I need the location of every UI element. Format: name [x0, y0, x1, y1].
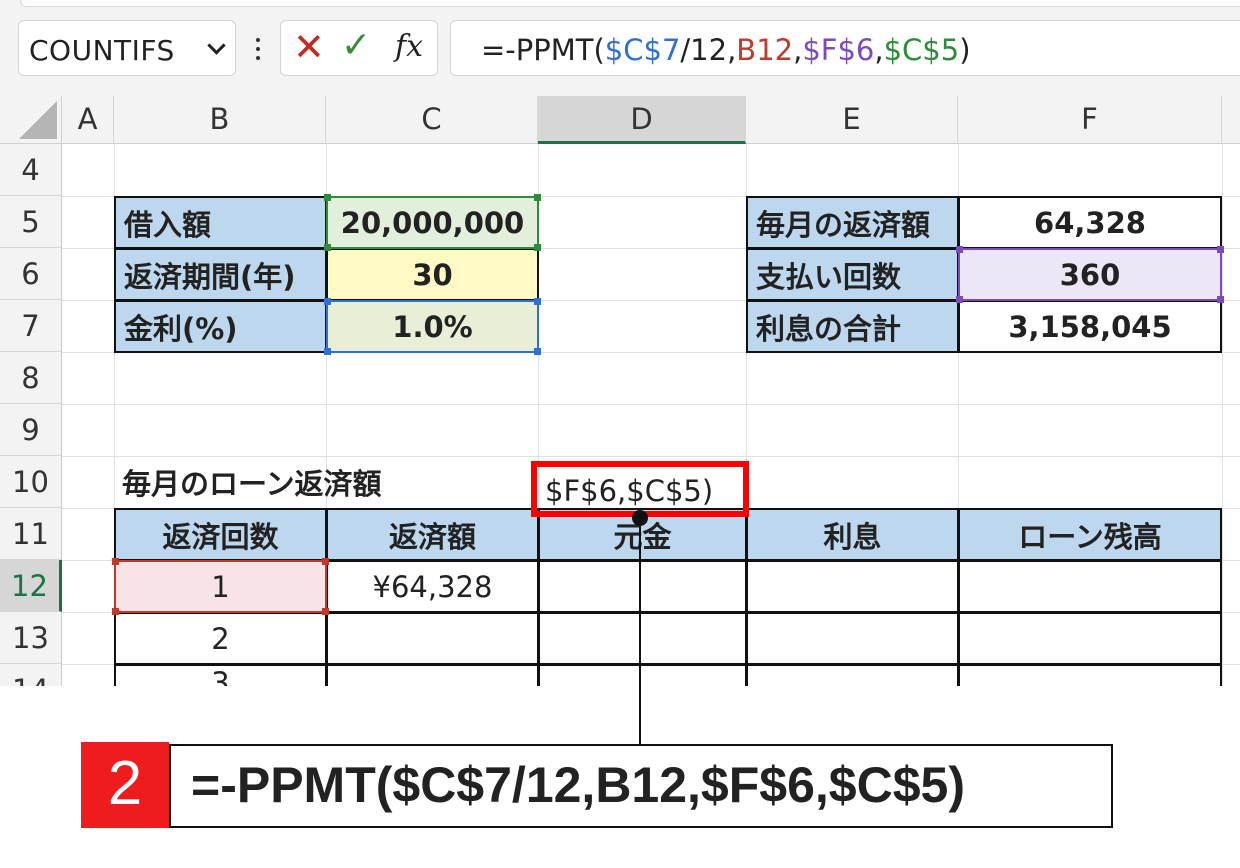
callout-connector — [639, 525, 641, 749]
cell-e13-interest[interactable] — [746, 612, 959, 665]
row-header-8[interactable]: 8 — [0, 352, 62, 404]
column-header-a[interactable]: A — [62, 96, 114, 144]
row-header-13[interactable]: 13 — [0, 612, 62, 664]
cell-b14-number[interactable]: 3 — [114, 664, 327, 686]
row-header-7[interactable]: 7 — [0, 300, 62, 352]
cell-f7-total-interest[interactable]: 3,158,045 — [958, 300, 1222, 353]
row-header-9[interactable]: 9 — [0, 404, 62, 456]
cell-c12-payment[interactable]: ¥64,328 — [326, 560, 539, 613]
name-box[interactable]: COUNTIFS — [18, 20, 236, 76]
formula-ref-c5: $C$5 — [883, 33, 960, 67]
callout-dot — [632, 510, 648, 526]
formula-bar-area: COUNTIFS ✕ ✓ fx =-PPMT($C$7/12,B12,$F$6,… — [0, 0, 1240, 98]
formula-ref-f6: $F$6 — [802, 33, 875, 67]
cell-c5-loan-amount[interactable]: 20,000,000 — [326, 196, 539, 249]
column-header-g[interactable] — [1222, 96, 1240, 144]
chevron-down-icon[interactable] — [207, 36, 226, 55]
formula-part: /12, — [680, 33, 737, 67]
row-header-10[interactable]: 10 — [0, 456, 62, 508]
label-total-interest[interactable]: 利息の合計 — [746, 300, 959, 353]
enter-check-icon[interactable]: ✓ — [341, 25, 371, 66]
cell-f6-payment-count[interactable]: 360 — [958, 248, 1222, 301]
formula-part: ) — [959, 33, 971, 67]
row-header-14[interactable]: 14 — [0, 664, 62, 686]
formula-part: , — [793, 33, 803, 67]
insert-function-icon[interactable]: fx — [395, 29, 423, 64]
row-header-5[interactable]: 5 — [0, 196, 62, 248]
cell-c7-rate[interactable]: 1.0% — [326, 300, 539, 353]
row-header-4[interactable]: 4 — [0, 144, 62, 196]
gridline — [1222, 144, 1223, 686]
gridline — [62, 404, 1240, 405]
step-badge: 2 — [81, 742, 169, 828]
cell-e12-interest[interactable] — [746, 560, 959, 613]
cell-f14-balance[interactable] — [958, 664, 1222, 686]
cell-d13-principal[interactable] — [538, 612, 747, 665]
cancel-icon[interactable]: ✕ — [293, 25, 325, 69]
header-interest[interactable]: 利息 — [746, 508, 959, 561]
header-payment-amount[interactable]: 返済額 — [326, 508, 539, 561]
column-header-c[interactable]: C — [326, 96, 538, 144]
cell-b12-number[interactable]: 1 — [114, 560, 327, 613]
formula-input[interactable]: =-PPMT($C$7/12,B12,$F$6,$C$5) — [450, 20, 1240, 76]
table-title: 毎月のローン返済額 — [122, 467, 382, 501]
cell-f5-monthly-payment[interactable]: 64,328 — [958, 196, 1222, 249]
column-header-d[interactable]: D — [538, 96, 746, 144]
select-all-corner[interactable] — [0, 96, 62, 144]
label-payment-count[interactable]: 支払い回数 — [746, 248, 959, 301]
column-header-b[interactable]: B — [114, 96, 326, 144]
name-box-value: COUNTIFS — [29, 34, 175, 67]
row-header-11[interactable]: 11 — [0, 508, 62, 560]
label-interest-rate[interactable]: 金利(%) — [114, 300, 327, 353]
cell-c14-payment[interactable] — [326, 664, 539, 686]
formula-controls: ✕ ✓ fx — [280, 20, 438, 76]
cell-d14-principal[interactable] — [538, 664, 747, 686]
cell-c6-years[interactable]: 30 — [326, 248, 539, 301]
spreadsheet-grid[interactable]: A B C D E F 4 5 6 7 8 9 10 11 12 13 14 借… — [0, 96, 1240, 686]
label-monthly-payment[interactable]: 毎月の返済額 — [746, 196, 959, 249]
formula-ref-b12: B12 — [736, 33, 794, 67]
ribbon-edge — [20, 0, 1240, 7]
header-payment-number[interactable]: 返済回数 — [114, 508, 327, 561]
cell-d12-principal[interactable] — [538, 560, 747, 613]
callout-formula-text: =-PPMT($C$7/12,B12,$F$6,$C$5) — [191, 757, 965, 813]
cell-f13-balance[interactable] — [958, 612, 1222, 665]
formula-text: =-PPMT($C$7/12,B12,$F$6,$C$5) — [481, 33, 971, 67]
cell-c13-payment[interactable] — [326, 612, 539, 665]
cell-b13-number[interactable]: 2 — [114, 612, 327, 665]
cell-e14-interest[interactable] — [746, 664, 959, 686]
formula-part: =-PPMT( — [481, 33, 605, 67]
formula-part: , — [874, 33, 884, 67]
row-header-6[interactable]: 6 — [0, 248, 62, 300]
formula-callout: =-PPMT($C$7/12,B12,$F$6,$C$5) — [169, 744, 1113, 828]
cell-f12-balance[interactable] — [958, 560, 1222, 613]
more-options-icon[interactable] — [256, 38, 260, 60]
header-loan-balance[interactable]: ローン残高 — [958, 508, 1222, 561]
formula-ref-c7: $C$7 — [604, 33, 681, 67]
cell-d12-editing-text: $F$6,$C$5) — [545, 474, 714, 508]
label-repayment-years[interactable]: 返済期間(年) — [114, 248, 327, 301]
column-header-f[interactable]: F — [958, 96, 1222, 144]
column-header-e[interactable]: E — [746, 96, 958, 144]
row-header-12[interactable]: 12 — [0, 560, 62, 612]
label-loan-amount[interactable]: 借入額 — [114, 196, 327, 249]
